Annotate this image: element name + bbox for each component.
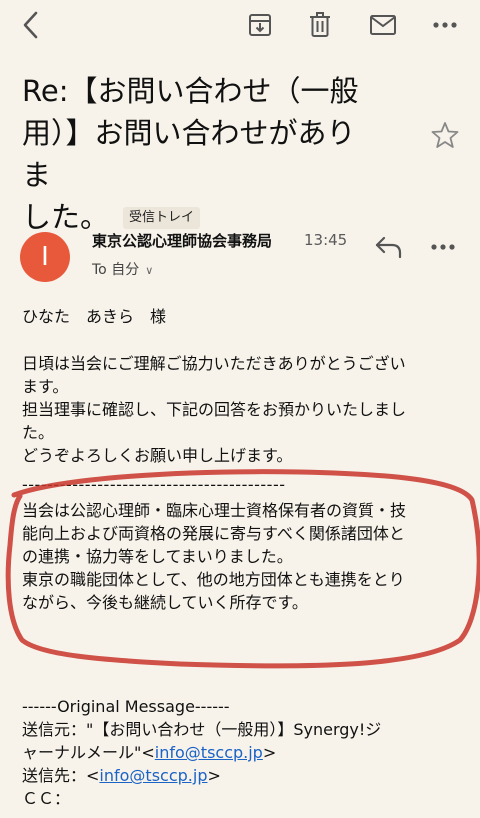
trash-icon[interactable]	[303, 8, 337, 42]
answer-line: ながら、今後も継続していく所存です。	[22, 593, 308, 612]
mail-icon[interactable]	[366, 8, 400, 42]
archive-icon[interactable]	[243, 8, 277, 42]
answer-line: 当会は公認心理師・臨床心理士資格保有者の資質・技	[22, 501, 407, 520]
star-icon[interactable]	[430, 120, 460, 150]
cc-line: ＣＣ：	[22, 789, 71, 808]
to-email-link[interactable]: info@tsccp.jp	[99, 766, 207, 785]
recipient-text: To 自分	[92, 262, 140, 278]
chevron-down-icon: ∨	[145, 264, 154, 277]
recipient-summary[interactable]: To 自分 ∨	[92, 259, 153, 279]
message-more-icon[interactable]	[430, 236, 460, 256]
inbox-label-badge[interactable]: 受信トレイ	[123, 207, 201, 229]
sender-avatar[interactable]: I	[20, 232, 70, 282]
email-subject: Re:【お問い合わせ（一般 用）】お問い合わせがありま した。 受信トレイ	[22, 70, 382, 238]
sender-name[interactable]: 東京公認心理師協会事務局	[92, 230, 272, 251]
from-line-2-prefix: ャーナルメール"<	[22, 743, 155, 762]
intro-line: 日頃は当会にご理解ご協力いただきありがとうござい	[22, 354, 406, 373]
intro-paragraph: 日頃は当会にご理解ご協力いただきありがとうござい ます。 担当理事に確認し、下記…	[22, 352, 472, 467]
reply-icon[interactable]	[374, 234, 404, 260]
subject-line-3-text: した。	[22, 200, 110, 234]
original-message-header: ------Original Message------	[22, 697, 230, 716]
original-message-block: ------Original Message------ 送信元："【お問い合わ…	[22, 695, 472, 810]
message-time: 13:45	[304, 231, 348, 249]
from-line-2: ャーナルメール"<info@tsccp.jp>	[22, 741, 472, 764]
more-horizontal-icon[interactable]	[428, 8, 462, 42]
answer-line: 東京の職能団体として、他の地方団体とも連携をとり	[22, 570, 405, 589]
intro-line: ます。	[22, 377, 69, 396]
from-email-link[interactable]: info@tsccp.jp	[155, 743, 263, 762]
to-suffix: >	[207, 766, 221, 785]
from-line-2-suffix: >	[262, 743, 277, 762]
intro-line: た。	[22, 423, 55, 442]
answer-paragraph: 当会は公認心理師・臨床心理士資格保有者の資質・技 能向上および両資格の発展に寄与…	[22, 499, 472, 614]
from-line-1: 送信元："【お問い合わせ（一般用）】Synergy!ジ	[22, 720, 382, 739]
back-chevron-icon[interactable]	[14, 8, 48, 42]
intro-line: 担当理事に確認し、下記の回答をお預かりいたしまし	[22, 400, 407, 419]
subject-line-1: Re:【お問い合わせ（一般	[22, 74, 359, 108]
salutation: ひなた あきら 様	[22, 307, 167, 326]
dash-divider: ----------------------------------------…	[22, 475, 286, 494]
top-toolbar	[0, 0, 480, 52]
to-line: 送信先：<info@tsccp.jp>	[22, 764, 472, 787]
to-prefix: 送信先：<	[22, 766, 100, 785]
answer-line: の連携・協力等をしてまいりました。	[22, 547, 293, 566]
intro-line: どうぞよろしくお願い申し上げます。	[22, 446, 293, 465]
answer-line: 能向上および両資格の発展に寄与すべく関係諸団体と	[22, 524, 405, 543]
subject-line-2: 用）】お問い合わせがありま	[22, 116, 356, 192]
